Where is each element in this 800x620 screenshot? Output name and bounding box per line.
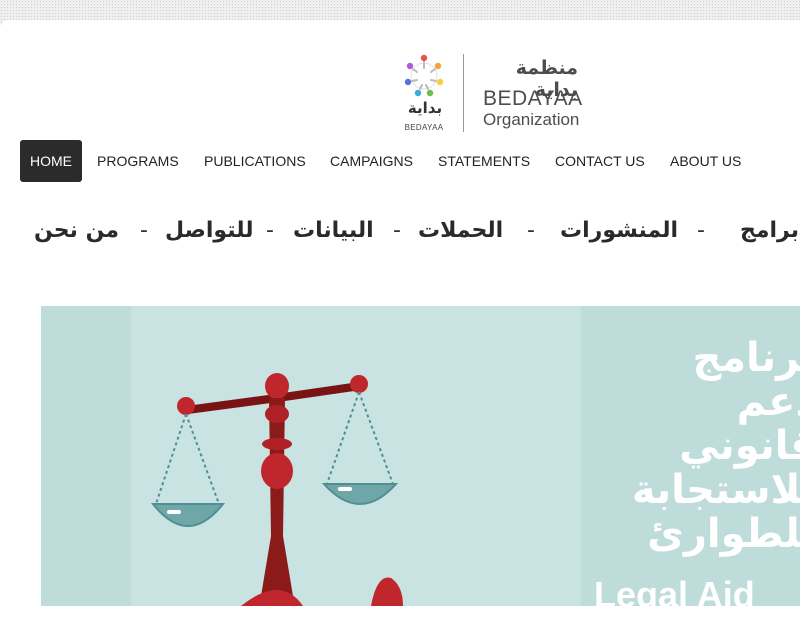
scales-of-justice-illustration — [131, 306, 581, 606]
nav-contact-us[interactable]: CONTACT US — [555, 140, 645, 182]
ar-nav-separator: - — [140, 218, 148, 243]
banner-line: للاستجابة — [631, 467, 800, 513]
logo-mark-english-text: BEDAYAA — [404, 123, 444, 132]
banner-line: دعم — [736, 379, 800, 425]
logo-mark-arabic-text: بداية — [407, 99, 443, 117]
banner-line: للطوارئ — [647, 511, 800, 557]
ar-nav-about[interactable]: من نحن — [34, 218, 119, 243]
ar-nav-separator: - — [527, 218, 535, 243]
nav-campaigns[interactable]: CAMPAIGNS — [330, 140, 413, 182]
ar-nav-publications[interactable]: المنشورات — [560, 218, 678, 243]
nav-publications[interactable]: PUBLICATIONS — [204, 140, 306, 182]
ar-nav-statements[interactable]: البيانات — [293, 218, 374, 243]
ar-nav-programs[interactable]: برامج — [740, 218, 799, 243]
site-logo[interactable]: بداية BEDAYAA منظمة بداية BEDAYAA Organi… — [400, 52, 590, 136]
ar-nav-campaigns[interactable]: الحملات — [418, 218, 503, 243]
ar-nav-separator: - — [266, 218, 274, 243]
banner-arabic-title: برنامج دعم قانوني للاستجابة للطوارئ — [596, 336, 800, 556]
logo-english-subtitle: Organization — [483, 110, 580, 129]
banner-line: قانوني — [679, 423, 800, 469]
banner-line: برنامج — [692, 335, 800, 381]
arabic-nav: برامج - المنشورات - الحملات - البيانات -… — [0, 218, 800, 258]
nav-about-us[interactable]: ABOUT US — [670, 140, 741, 182]
logo-divider — [463, 54, 464, 132]
banner-english-title: Legal Aid — [594, 574, 755, 606]
nav-statements[interactable]: STATEMENTS — [438, 140, 530, 182]
ar-nav-contact[interactable]: للتواصل — [165, 218, 253, 243]
nav-home[interactable]: HOME — [20, 140, 82, 182]
ar-nav-separator: - — [393, 218, 401, 243]
ar-nav-separator: - — [697, 218, 705, 243]
hero-banner[interactable]: برنامج دعم قانوني للاستجابة للطوارئ Lega… — [41, 306, 800, 606]
logo-english-name: BEDAYAA — [483, 87, 583, 110]
nav-programs[interactable]: PROGRAMS — [97, 140, 179, 182]
